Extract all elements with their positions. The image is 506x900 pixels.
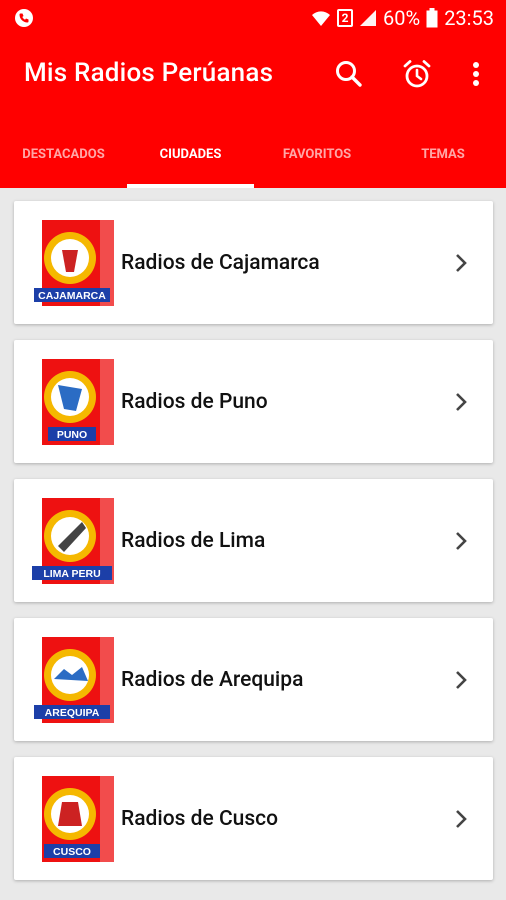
chevron-right-icon xyxy=(456,810,467,828)
city-logo-text: PUNO xyxy=(57,429,87,441)
clock: 23:53 xyxy=(444,6,494,30)
status-bar: 2 60% 23:53 xyxy=(0,0,506,36)
chevron-right-icon xyxy=(456,393,467,411)
city-logo-text: CUSCO xyxy=(53,846,91,858)
search-icon[interactable] xyxy=(333,58,365,90)
city-logo: CUSCO xyxy=(28,776,114,862)
chevron-right-icon xyxy=(456,671,467,689)
tab-destacados[interactable]: DESTACADOS xyxy=(0,120,127,188)
tab-label: FAVORITOS xyxy=(282,146,352,162)
city-card-cusco[interactable]: CUSCO Radios de Cusco xyxy=(14,757,493,880)
city-card-arequipa[interactable]: AREQUIPA Radios de Arequipa xyxy=(14,618,493,741)
city-logo: CAJAMARCA xyxy=(28,220,114,306)
city-logo: LIMA PERU xyxy=(28,498,114,584)
city-label: Radios de Lima xyxy=(121,528,266,553)
signal-icon xyxy=(360,10,377,26)
chevron-right-icon xyxy=(456,532,467,550)
city-card-puno[interactable]: PUNO Radios de Puno xyxy=(14,340,493,463)
city-card-lima[interactable]: LIMA PERU Radios de Lima xyxy=(14,479,493,602)
tab-label: TEMAS xyxy=(421,146,465,162)
tab-temas[interactable]: TEMAS xyxy=(380,120,506,188)
more-vert-icon[interactable] xyxy=(460,58,492,90)
city-label: Radios de Puno xyxy=(121,389,268,414)
app-title: Mis Radios Perúanas xyxy=(24,58,274,88)
wifi-icon xyxy=(312,11,331,26)
city-card-cajamarca[interactable]: CAJAMARCA Radios de Cajamarca xyxy=(14,201,493,324)
city-label: Radios de Cusco xyxy=(121,806,279,831)
tab-bar: DESTACADOS CIUDADES FAVORITOS TEMAS xyxy=(0,120,506,188)
battery-percent: 60% xyxy=(383,6,421,30)
tab-label: DESTACADOS xyxy=(22,146,105,162)
chevron-right-icon xyxy=(456,254,467,272)
tab-indicator xyxy=(127,184,254,188)
battery-icon xyxy=(426,8,438,28)
city-logo: PUNO xyxy=(28,359,114,445)
phone-call-icon xyxy=(15,9,33,27)
tab-label: CIUDADES xyxy=(159,146,222,162)
alarm-icon[interactable] xyxy=(401,58,433,90)
city-logo: AREQUIPA xyxy=(28,637,114,723)
city-logo-text: AREQUIPA xyxy=(45,707,100,719)
sim-badge: 2 xyxy=(337,9,354,27)
city-label: Radios de Cajamarca xyxy=(121,250,320,275)
city-label: Radios de Arequipa xyxy=(121,667,304,692)
city-logo-text: CAJAMARCA xyxy=(38,290,106,302)
tab-ciudades[interactable]: CIUDADES xyxy=(127,120,254,188)
app-bar: Mis Radios Perúanas xyxy=(0,36,506,120)
city-logo-text: LIMA PERU xyxy=(43,568,100,580)
tab-favoritos[interactable]: FAVORITOS xyxy=(254,120,380,188)
